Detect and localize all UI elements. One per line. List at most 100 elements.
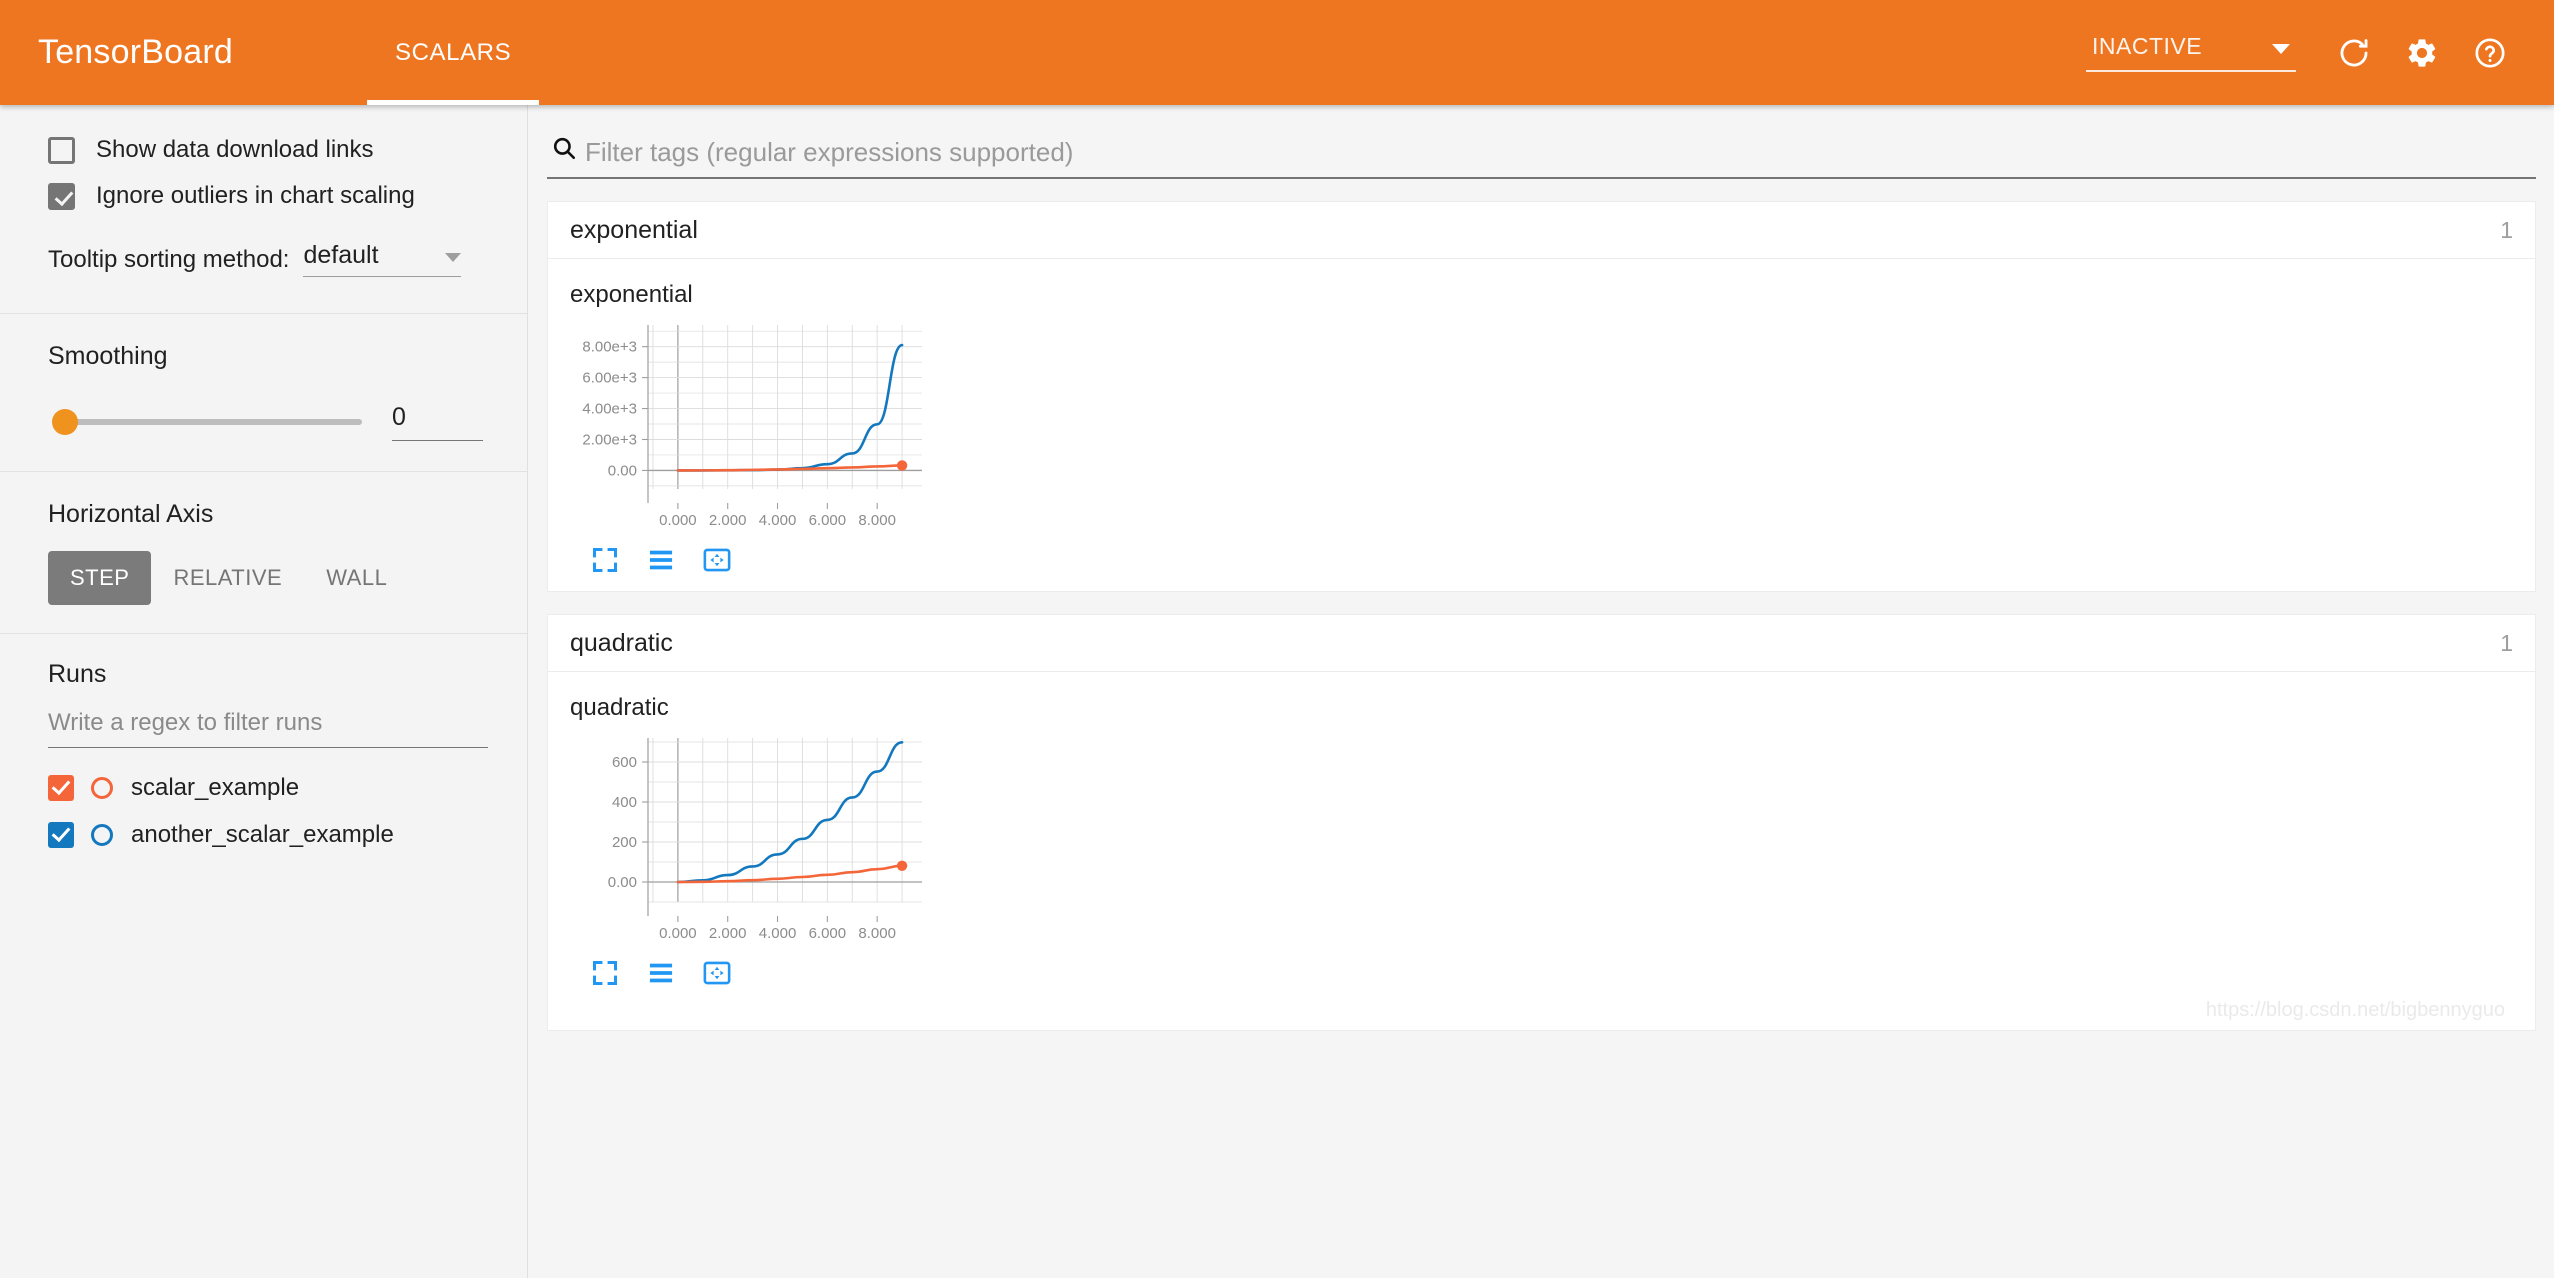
tag-group-header[interactable]: exponential 1 <box>547 201 2536 259</box>
run-name: scalar_example <box>131 773 300 801</box>
chart-card-exponential: exponential 0.00 2.00e+3 4.00e+3 6.00e+3 8.0… <box>570 281 950 577</box>
checkbox-ignore-outliers[interactable]: Ignore outliers in chart scaling <box>48 173 483 219</box>
svg-text:6.00e+3: 6.00e+3 <box>582 370 637 387</box>
run-color-dot <box>91 776 113 799</box>
data-fit-button[interactable] <box>700 543 734 577</box>
tag-group-exponential: exponential 1 exponential 0.00 2.00e+3 4.0… <box>547 201 2536 592</box>
svg-text:2.00e+3: 2.00e+3 <box>582 431 637 448</box>
tag-filter-bar[interactable] <box>547 135 2536 179</box>
chart-controls <box>588 956 950 990</box>
run-name: another_scalar_example <box>131 820 394 848</box>
tag-group-title: quadratic <box>570 628 673 657</box>
help-button[interactable] <box>2462 25 2518 81</box>
checkbox-label: Ignore outliers in chart scaling <box>96 182 415 209</box>
tag-group-body: exponential 0.00 2.00e+3 4.00e+3 6.00e+3 8.0… <box>547 259 2536 592</box>
svg-text:0.000: 0.000 <box>659 925 697 942</box>
horizontal-axis-buttons: STEP RELATIVE WALL <box>48 551 483 605</box>
tag-group-body: quadratic 0.00 200 400 600 0.000 2.000 4.000 6.… <box>547 672 2536 1031</box>
tag-group-header[interactable]: quadratic 1 <box>547 614 2536 672</box>
smoothing-slider[interactable] <box>48 408 362 436</box>
toggle-y-axis-button[interactable] <box>644 956 678 990</box>
fullscreen-icon <box>592 960 618 986</box>
run-status-value: INACTIVE <box>2092 33 2203 59</box>
tooltip-sorting-method-select[interactable]: default <box>303 241 462 277</box>
runs-filter-input[interactable] <box>48 709 488 737</box>
tag-group-count: 1 <box>2500 216 2513 243</box>
tooltip-sorting-method-label: Tooltip sorting method: <box>48 246 290 273</box>
tab-scalars-label: SCALARS <box>394 38 512 66</box>
svg-text:8.000: 8.000 <box>858 925 896 942</box>
chart-svg: 0.00 2.00e+3 4.00e+3 6.00e+3 8.00e+3 0.000 2.0… <box>582 325 922 529</box>
tag-group-quadratic: quadratic 1 quadratic 0.00 200 400 600 0.000… <box>547 614 2536 1031</box>
main-content: exponential 1 exponential 0.00 2.00e+3 4.0… <box>529 105 2554 1278</box>
smoothing-value: 0 <box>391 403 406 431</box>
refresh-button[interactable] <box>2326 25 2382 81</box>
chart-controls <box>588 543 950 577</box>
chart-card-quadratic: quadratic 0.00 200 400 600 0.000 2.000 4.000 6.… <box>570 694 950 990</box>
svg-text:8.00e+3: 8.00e+3 <box>582 339 637 356</box>
smoothing-row: 0 <box>48 403 483 441</box>
data-fit-button[interactable] <box>700 956 734 990</box>
tooltip-sorting-method-value: default <box>303 241 379 269</box>
nav-tabs: SCALARS <box>366 0 540 105</box>
smoothing-heading: Smoothing <box>48 342 168 370</box>
svg-text:400: 400 <box>612 794 637 811</box>
runs-heading: Runs <box>48 660 107 688</box>
tag-filter-input[interactable] <box>585 137 2536 168</box>
runs-filter-field[interactable] <box>48 709 488 748</box>
chevron-down-icon <box>2272 44 2290 54</box>
run-item-another-scalar-example[interactable]: another_scalar_example <box>48 811 483 858</box>
data-fit-icon <box>703 548 731 572</box>
svg-text:4.000: 4.000 <box>759 512 797 529</box>
run-checkbox[interactable] <box>48 774 74 801</box>
smoothing-value-field[interactable]: 0 <box>391 403 483 441</box>
fullscreen-button[interactable] <box>588 543 622 577</box>
chart-title: quadratic <box>570 694 669 721</box>
app-brand: TensorBoard <box>38 33 233 71</box>
svg-text:4.000: 4.000 <box>759 925 797 942</box>
slider-thumb[interactable] <box>52 409 78 435</box>
tooltip-sorting-method-row: Tooltip sorting method: default <box>48 241 483 277</box>
svg-text:0.00: 0.00 <box>608 462 637 479</box>
help-circle-icon <box>2475 37 2505 68</box>
sidebar-options-section: Show data download links Ignore outliers… <box>0 105 527 277</box>
svg-text:600: 600 <box>612 754 637 771</box>
fullscreen-button[interactable] <box>588 956 622 990</box>
axis-button-step[interactable]: STEP <box>48 551 152 605</box>
svg-text:4.00e+3: 4.00e+3 <box>582 401 637 418</box>
svg-text:6.000: 6.000 <box>809 925 847 942</box>
horizontal-axis-heading: Horizontal Axis <box>48 500 214 528</box>
toggle-y-axis-icon <box>649 963 673 983</box>
svg-text:0.000: 0.000 <box>659 512 697 529</box>
data-fit-icon <box>703 961 731 985</box>
chevron-down-icon <box>445 253 462 262</box>
run-checkbox[interactable] <box>48 821 74 848</box>
run-color-dot <box>91 823 113 846</box>
settings-button[interactable] <box>2394 25 2450 81</box>
svg-text:6.000: 6.000 <box>809 512 847 529</box>
tag-group-count: 1 <box>2500 629 2513 656</box>
run-status-dropdown[interactable]: INACTIVE <box>2086 33 2296 72</box>
chart-svg: 0.00 200 400 600 0.000 2.000 4.000 6.000 8.000 <box>608 738 922 942</box>
toggle-y-axis-button[interactable] <box>644 543 678 577</box>
tag-group-title: exponential <box>570 215 698 244</box>
run-item-scalar-example[interactable]: scalar_example <box>48 764 483 811</box>
search-icon <box>551 135 577 166</box>
svg-text:2.000: 2.000 <box>709 512 747 529</box>
checkbox-box <box>48 136 75 164</box>
horizontal-axis-section: Horizontal Axis STEP RELATIVE WALL <box>0 472 527 633</box>
axis-button-wall[interactable]: WALL <box>304 551 409 605</box>
slider-track <box>58 419 362 425</box>
checkbox-show-data-download-links[interactable]: Show data download links <box>48 127 483 173</box>
chart-plot-exponential[interactable]: 0.00 2.00e+3 4.00e+3 6.00e+3 8.00e+3 0.000 2.0… <box>570 317 930 537</box>
tab-scalars[interactable]: SCALARS <box>366 0 540 105</box>
toggle-y-axis-icon <box>649 550 673 570</box>
app-header: TensorBoard SCALARS INACTIVE <box>0 0 2554 105</box>
axis-button-relative[interactable]: RELATIVE <box>151 551 304 605</box>
chart-title: exponential <box>570 281 693 308</box>
smoothing-section: Smoothing 0 <box>0 314 527 471</box>
checkbox-box <box>48 182 75 210</box>
svg-text:8.000: 8.000 <box>858 512 896 529</box>
chart-plot-quadratic[interactable]: 0.00 200 400 600 0.000 2.000 4.000 6.000 8.000 <box>570 730 930 950</box>
header-actions: INACTIVE <box>2086 25 2524 81</box>
